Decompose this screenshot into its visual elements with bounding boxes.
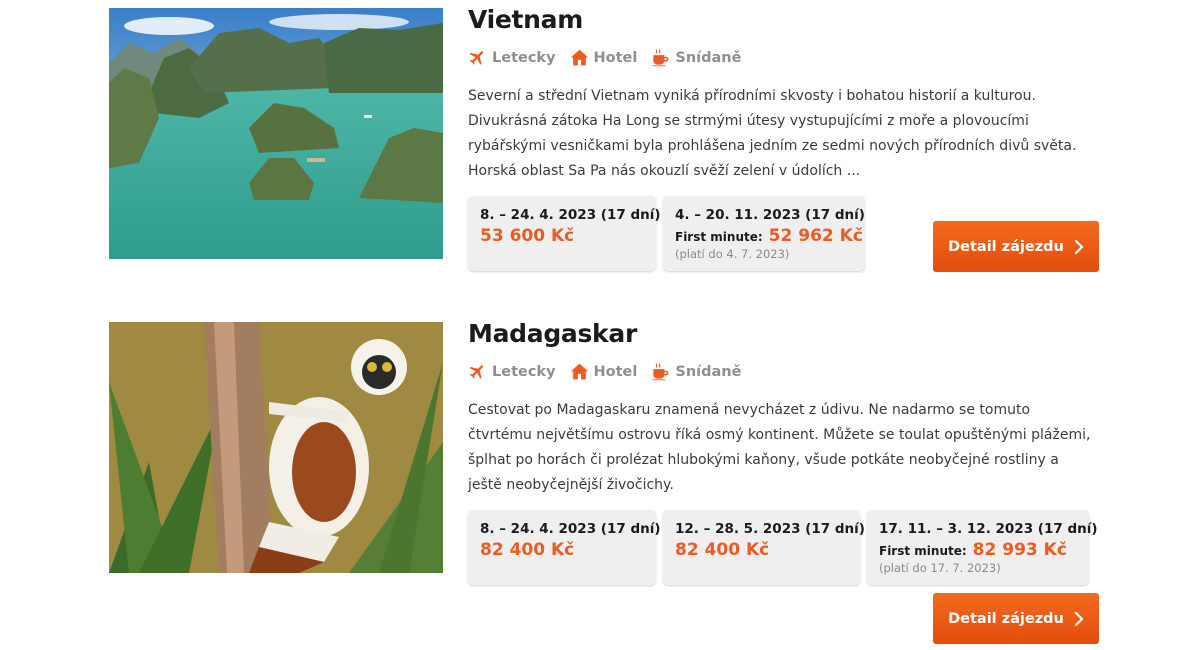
term-card[interactable]: 8. – 24. 4. 2023 (17 dní) 82 400 Kč [468,510,661,585]
feature-label: Snídaně [675,363,742,380]
first-minute-label: First minute: [879,544,967,558]
feature-hotel: Hotel [570,362,638,381]
ha-long-bay-photo[interactable] [109,8,443,259]
feature-hotel: Hotel [570,48,638,67]
term-price: 82 400 Kč [675,540,770,560]
term-list: 8. – 24. 4. 2023 (17 dní) 53 600 Kč 4. –… [468,196,865,271]
term-price: 82 993 Kč [972,540,1067,560]
feature-flight: Letecky [468,362,556,381]
offer-validity: (platí do 4. 7. 2023) [675,247,790,261]
chevron-right-icon [1074,611,1084,627]
feature-label: Snídaně [675,49,742,66]
tour-description: Cestovat po Madagaskaru znamená nevycház… [468,402,1091,493]
term-date: 8. – 24. 4. 2023 (17 dní) [480,521,661,537]
term-date: 12. – 28. 5. 2023 (17 dní) [675,521,865,537]
term-card[interactable]: 12. – 28. 5. 2023 (17 dní) 82 400 Kč [663,510,865,585]
feature-list: Letecky Hotel Snídaně [468,362,741,381]
tour-description: Severní a střední Vietnam vyniká přírodn… [468,88,1077,179]
offer-validity: (platí do 17. 7. 2023) [879,561,1001,575]
tour-title[interactable]: Madagaskar [468,319,637,348]
plane-icon [468,362,487,381]
feature-breakfast: Snídaně [651,48,741,67]
term-card[interactable]: 4. – 20. 11. 2023 (17 dní) First minute:… [663,196,865,271]
term-card[interactable]: 8. – 24. 4. 2023 (17 dní) 53 600 Kč [468,196,661,271]
button-label: Detail zájezdu [948,238,1064,255]
term-list: 8. – 24. 4. 2023 (17 dní) 82 400 Kč 12. … [468,510,1098,585]
term-date: 17. 11. – 3. 12. 2023 (17 dní) [879,521,1098,537]
lemur-photo[interactable] [109,322,443,573]
coffee-icon [651,48,670,67]
term-price: 53 600 Kč [480,226,575,246]
home-icon [570,362,589,381]
chevron-right-icon [1074,239,1084,255]
feature-label: Letecky [492,363,556,380]
first-minute-label: First minute: [675,230,763,244]
tour-detail-button[interactable]: Detail zájezdu [933,593,1099,644]
term-price: 82 400 Kč [480,540,575,560]
term-date: 4. – 20. 11. 2023 (17 dní) [675,207,865,223]
feature-flight: Letecky [468,48,556,67]
tour-title[interactable]: Vietnam [468,5,583,34]
term-price: 52 962 Kč [768,226,863,246]
coffee-icon [651,362,670,381]
feature-label: Letecky [492,49,556,66]
feature-list: Letecky Hotel Snídaně [468,48,741,67]
button-label: Detail zájezdu [948,610,1064,627]
tour-card-vietnam: Vietnam Letecky Hotel Snídaně Severní a … [0,0,1200,300]
tour-detail-button[interactable]: Detail zájezdu [933,221,1099,272]
feature-breakfast: Snídaně [651,362,741,381]
feature-label: Hotel [593,49,638,66]
term-card[interactable]: 17. 11. – 3. 12. 2023 (17 dní) First min… [867,510,1098,585]
term-date: 8. – 24. 4. 2023 (17 dní) [480,207,661,223]
plane-icon [468,48,487,67]
tour-card-madagaskar: Madagaskar Letecky Hotel Snídaně Cestova… [0,300,1200,650]
feature-label: Hotel [593,363,638,380]
home-icon [570,48,589,67]
